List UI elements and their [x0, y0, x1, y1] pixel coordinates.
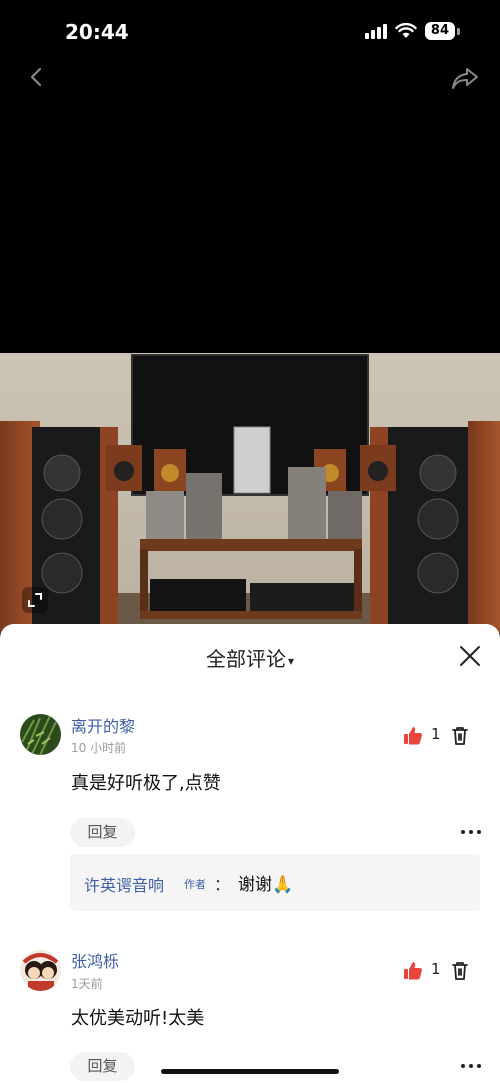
- post-photo[interactable]: [0, 353, 500, 633]
- comment-text: 真是好听极了,点赞: [71, 773, 221, 794]
- author-reply[interactable]: 许英谔音响 作者 ： 谢谢🙏: [70, 854, 480, 911]
- expand-icon[interactable]: [20, 585, 50, 615]
- delete-icon[interactable]: [451, 961, 469, 981]
- comments-header: 全部评论 ▾: [0, 624, 500, 686]
- reply-button[interactable]: 回复: [70, 1052, 135, 1081]
- reply-button[interactable]: 回复: [70, 818, 135, 847]
- comment-time: 1天前: [71, 977, 103, 991]
- wifi-icon: [395, 23, 417, 38]
- delete-icon[interactable]: [451, 726, 469, 746]
- home-indicator[interactable]: [161, 1069, 339, 1074]
- battery-level: 84: [424, 22, 455, 40]
- comment-username[interactable]: 离开的黎: [71, 713, 135, 737]
- comments-sheet: 全部评论 ▾ 离开的黎 10 小时前 真是好听极了,点赞 1 回复 许英谔音响 …: [0, 624, 500, 1083]
- status-bar: 20:44 84: [0, 0, 500, 60]
- like-count: 1: [431, 725, 441, 743]
- author-badge: 作者: [184, 878, 206, 891]
- back-icon[interactable]: [24, 64, 50, 90]
- close-icon[interactable]: [458, 644, 482, 668]
- battery-icon: 84: [424, 22, 460, 40]
- comments-sort-dropdown[interactable]: 全部评论 ▾: [0, 643, 500, 672]
- avatar[interactable]: [20, 950, 61, 991]
- comment-text: 太优美动听!太美: [71, 1008, 205, 1029]
- like-count: 1: [431, 960, 441, 978]
- reply-text: 谢谢🙏: [238, 875, 294, 895]
- status-icons: 84: [364, 22, 460, 40]
- cellular-signal-icon: [364, 23, 387, 39]
- caret-down-icon: ▾: [287, 653, 295, 668]
- more-icon[interactable]: [460, 827, 482, 837]
- reply-separator: ：: [214, 875, 231, 894]
- comment-item: 张鸿栎 1天前 太优美动听!太美 1 回复: [0, 948, 500, 1083]
- avatar[interactable]: [20, 714, 61, 755]
- share-icon[interactable]: [450, 63, 480, 93]
- thumbs-up-icon[interactable]: [403, 726, 423, 746]
- thumbs-up-icon[interactable]: [403, 961, 423, 981]
- comment-username[interactable]: 张鸿栎: [71, 948, 119, 972]
- reply-username[interactable]: 许英谔音响: [84, 872, 164, 896]
- audio-system-image: [0, 353, 500, 633]
- comment-time: 10 小时前: [71, 741, 127, 755]
- status-time: 20:44: [65, 20, 129, 44]
- more-icon[interactable]: [460, 1061, 482, 1071]
- comments-title: 全部评论: [205, 647, 286, 671]
